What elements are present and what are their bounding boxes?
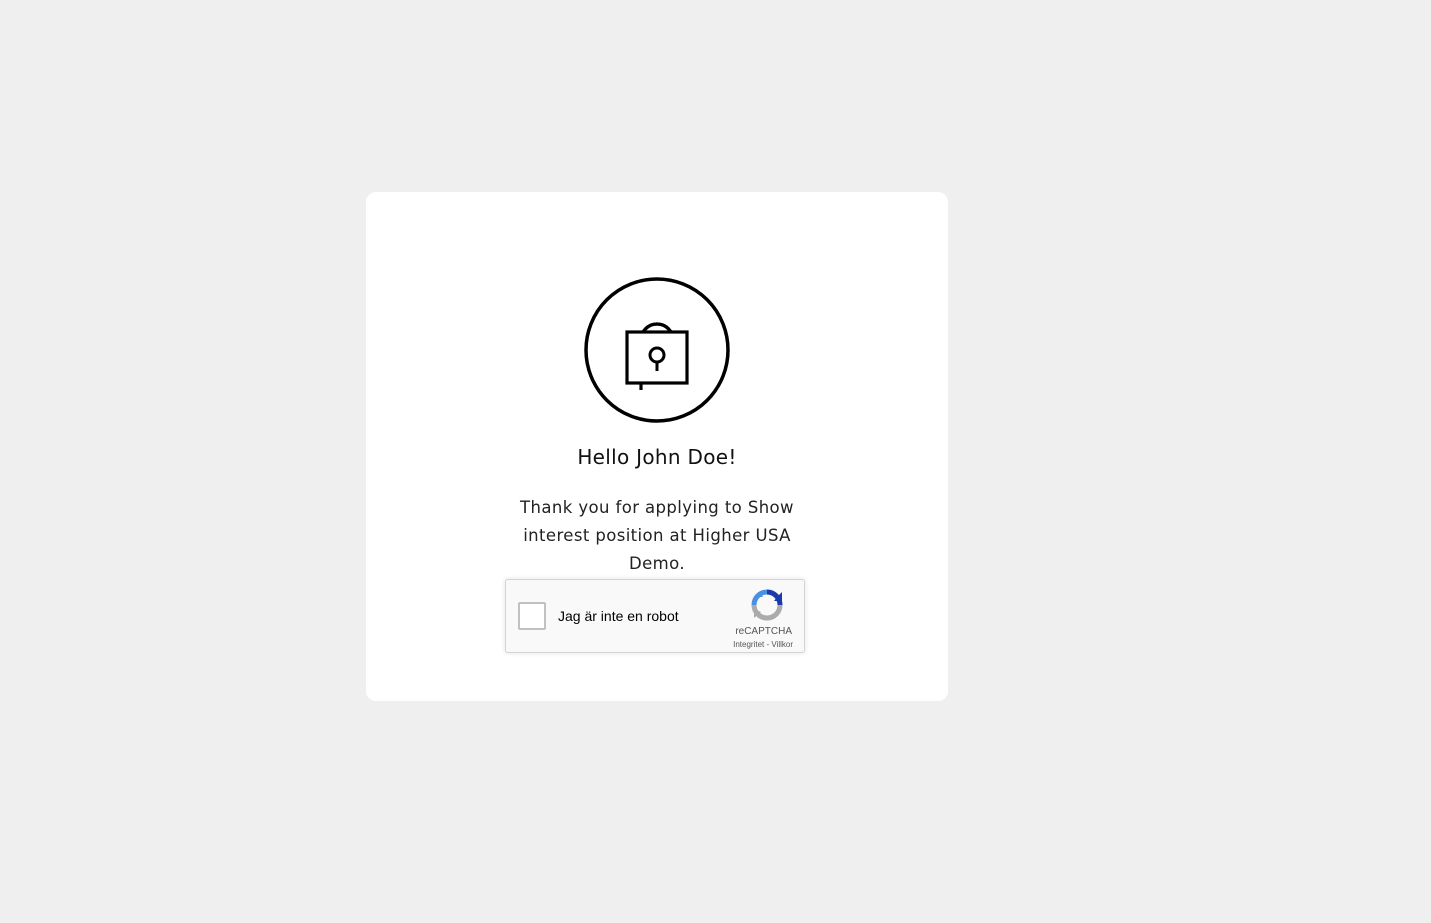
terms-link[interactable]: Villkor — [771, 640, 793, 649]
verification-card: Hello John Doe! Thank you for applying t… — [366, 192, 948, 701]
privacy-link[interactable]: Integritet — [733, 640, 764, 649]
recaptcha-logo-icon — [750, 588, 784, 622]
lock-icon — [584, 277, 730, 423]
recaptcha-checkbox[interactable] — [518, 602, 546, 630]
recaptcha-widget: Jag är inte en robot reCAPTCHA Integrite… — [505, 579, 805, 653]
application-message: Thank you for applying to Show interest … — [520, 498, 794, 573]
greeting-heading: Hello John Doe! — [577, 445, 737, 469]
recaptcha-links: Integritet - Villkor — [733, 640, 793, 649]
recaptcha-label: Jag är inte en robot — [558, 608, 679, 624]
recaptcha-brand: reCAPTCHA — [735, 626, 792, 637]
